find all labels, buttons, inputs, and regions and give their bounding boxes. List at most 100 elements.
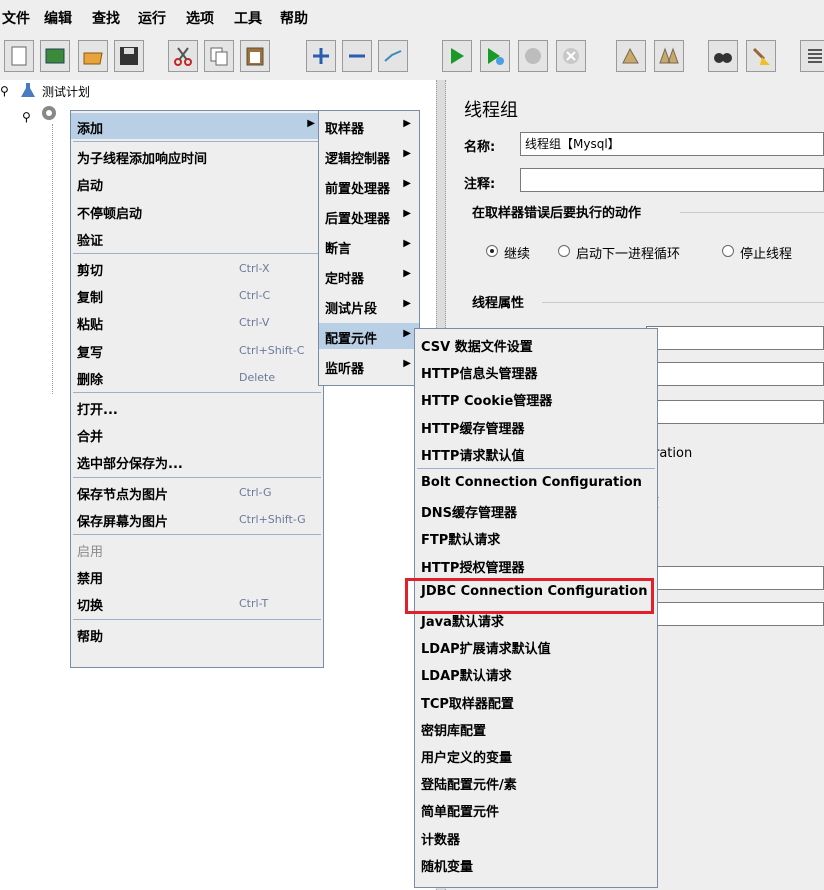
menu-file[interactable]: 文件 (2, 8, 30, 28)
menu-options[interactable]: 选项 (186, 8, 214, 28)
paste-icon[interactable] (240, 40, 270, 72)
menu-item-定时器[interactable]: 定时器 ▶ (319, 263, 419, 289)
menu-item-ldap扩展请求默认值[interactable]: LDAP扩展请求默认值 (415, 633, 657, 659)
menu-item-前置处理器[interactable]: 前置处理器 ▶ (319, 173, 419, 199)
radio-stop-thread[interactable] (722, 245, 734, 257)
radio-continue-label: 继续 (504, 247, 531, 262)
menu-item-随机变量[interactable]: 随机变量 (415, 851, 657, 877)
menu-item-逻辑控制器[interactable]: 逻辑控制器 ▶ (319, 143, 419, 169)
radio-continue[interactable] (486, 245, 498, 257)
menu-run[interactable]: 运行 (138, 8, 166, 28)
menu-edit[interactable]: 编辑 (44, 8, 72, 28)
open-icon[interactable] (78, 40, 108, 72)
menu-item-断言[interactable]: 断言 ▶ (319, 233, 419, 259)
menu-item-选中部分保存为[interactable]: 选中部分保存为... (71, 448, 323, 474)
menu-item-监听器[interactable]: 监听器 ▶ (319, 353, 419, 379)
menu-item-http信息头管理器[interactable]: HTTP信息头管理器 (415, 358, 657, 384)
expand-icon[interactable] (306, 40, 336, 72)
menu-item-label: 合并 (77, 430, 104, 446)
start-icon[interactable] (442, 40, 472, 72)
menu-item-启用[interactable]: 启用 (71, 536, 323, 562)
clear-icon[interactable] (616, 40, 646, 72)
menu-item-登陆配置元件-素[interactable]: 登陆配置元件/素 (415, 769, 657, 795)
shutdown-icon[interactable] (556, 40, 586, 72)
menu-search[interactable]: 查找 (92, 8, 120, 28)
menu-item-复写[interactable]: 复写 Ctrl+Shift-C (71, 337, 323, 363)
menu-item-ldap默认请求[interactable]: LDAP默认请求 (415, 660, 657, 686)
reset-search-icon[interactable] (746, 40, 776, 72)
menu-item-保存节点为图片[interactable]: 保存节点为图片 Ctrl-G (71, 479, 323, 505)
cut-icon[interactable] (168, 40, 198, 72)
tree-expand-handle-2[interactable]: ⚲ (22, 110, 31, 124)
new-icon[interactable] (4, 40, 34, 72)
menu-item-验证[interactable]: 验证 (71, 225, 323, 251)
menu-item-打开[interactable]: 打开... (71, 394, 323, 420)
menu-item-label: 随机变量 (421, 859, 474, 875)
thread-count-field[interactable] (646, 326, 824, 350)
start-no-pause-icon[interactable] (480, 40, 510, 72)
menu-item-shortcut: Ctrl+Shift-G (239, 512, 306, 526)
menu-item-删除[interactable]: 删除 Delete (71, 364, 323, 390)
menu-item-用户定义的变量[interactable]: 用户定义的变量 (415, 742, 657, 768)
menu-item-label: 选中部分保存为... (77, 457, 183, 473)
comment-field[interactable] (520, 168, 824, 192)
tree-node-test-plan[interactable]: 测试计划 (42, 83, 90, 100)
menu-item-dns缓存管理器[interactable]: DNS缓存管理器 (415, 497, 657, 523)
menu-item-复制[interactable]: 复制 Ctrl-C (71, 282, 323, 308)
name-field[interactable]: 线程组【Mysql】 (520, 132, 824, 156)
menu-item-label: 删除 (77, 372, 104, 388)
menu-item-添加[interactable]: 添加 ▶ (71, 113, 323, 139)
tree-expand-handle[interactable]: ⚲ (0, 84, 9, 98)
menu-tools[interactable]: 工具 (234, 8, 262, 28)
menu-item-label: DNS缓存管理器 (421, 506, 518, 522)
ramp-up-field[interactable] (646, 362, 824, 386)
menu-item-label: 密钥库配置 (421, 723, 487, 739)
menu-item-计数器[interactable]: 计数器 (415, 824, 657, 850)
menu-help[interactable]: 帮助 (280, 8, 308, 28)
menu-item-密钥库配置[interactable]: 密钥库配置 (415, 715, 657, 741)
templates-icon[interactable] (40, 40, 70, 72)
stop-icon[interactable] (518, 40, 548, 72)
menu-item-合并[interactable]: 合并 (71, 421, 323, 447)
menu-item-label: LDAP默认请求 (421, 669, 512, 685)
menu-item-配置元件[interactable]: 配置元件 ▶ (319, 323, 419, 349)
clear-all-icon[interactable] (654, 40, 684, 72)
loop-count-field[interactable] (646, 400, 824, 424)
menu-item-bolt-connection-configuration[interactable]: Bolt Connection Configuration (415, 470, 657, 496)
menu-item-csv-数据文件设置[interactable]: CSV 数据文件设置 (415, 331, 657, 357)
menu-item-简单配置元件[interactable]: 简单配置元件 (415, 796, 657, 822)
menu-item-http请求默认值[interactable]: HTTP请求默认值 (415, 440, 657, 466)
menu-item-shortcut: Ctrl-G (239, 485, 272, 499)
menu-item-后置处理器[interactable]: 后置处理器 ▶ (319, 203, 419, 229)
function-helper-icon[interactable] (800, 40, 824, 72)
menu-item-测试片段[interactable]: 测试片段 ▶ (319, 293, 419, 319)
menu-item-http缓存管理器[interactable]: HTTP缓存管理器 (415, 413, 657, 439)
menu-item-http授权管理器[interactable]: HTTP授权管理器 (415, 552, 657, 578)
menu-item-启动[interactable]: 启动 (71, 170, 323, 196)
save-icon[interactable] (114, 40, 144, 72)
duration-field[interactable] (646, 566, 824, 590)
menu-item-取样器[interactable]: 取样器 ▶ (319, 113, 419, 139)
menu-item-label: TCP取样器配置 (421, 696, 514, 712)
collapse-icon[interactable] (342, 40, 372, 72)
menu-item-帮助[interactable]: 帮助 (71, 621, 323, 647)
menu-item-ftp默认请求[interactable]: FTP默认请求 (415, 524, 657, 550)
menu-item-保存屏幕为图片[interactable]: 保存屏幕为图片 Ctrl+Shift-G (71, 506, 323, 532)
menu-item-label: 测试片段 (325, 302, 378, 317)
menu-item-禁用[interactable]: 禁用 (71, 563, 323, 589)
radio-next-loop[interactable] (558, 245, 570, 257)
menu-item-http-cookie管理器[interactable]: HTTP Cookie管理器 (415, 385, 657, 411)
menu-item-不停顿启动[interactable]: 不停顿启动 (71, 198, 323, 224)
startup-delay-field[interactable] (646, 602, 824, 626)
toggle-icon[interactable] (378, 40, 408, 72)
menu-item-粘贴[interactable]: 粘贴 Ctrl-V (71, 309, 323, 335)
menu-item-label: HTTP授权管理器 (421, 560, 525, 576)
menu-item-label: 前置处理器 (325, 182, 391, 197)
menu-item-tcp取样器配置[interactable]: TCP取样器配置 (415, 688, 657, 714)
copy-icon[interactable] (204, 40, 234, 72)
search-icon[interactable] (708, 40, 738, 72)
menu-item-剪切[interactable]: 剪切 Ctrl-X (71, 255, 323, 281)
menu-item-切换[interactable]: 切换 Ctrl-T (71, 590, 323, 616)
submenu-arrow-icon: ▶ (403, 148, 411, 159)
menu-item-为子线程添加响应时间[interactable]: 为子线程添加响应时间 (71, 143, 323, 169)
